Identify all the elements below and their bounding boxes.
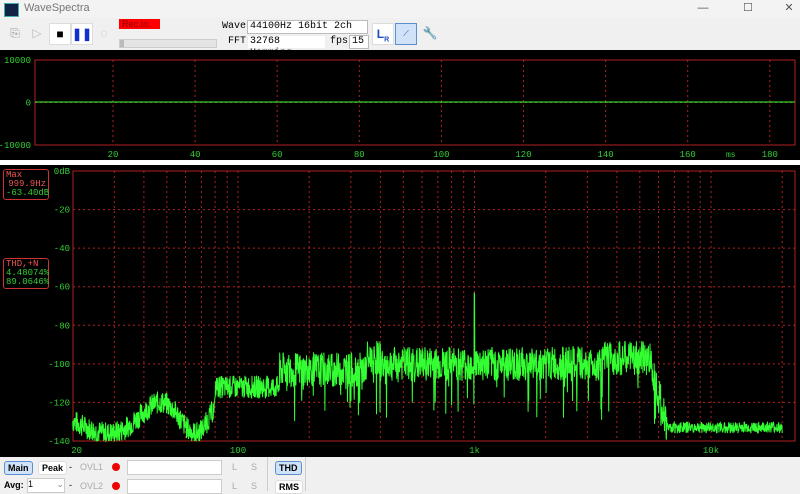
wave-y-tick: 10000: [4, 56, 31, 66]
close-button[interactable]: ✕: [772, 0, 800, 18]
ovl2-input[interactable]: [127, 479, 222, 494]
ovl2-record-icon[interactable]: [112, 482, 120, 490]
title-bar: WaveSpectra — ☐ ✕: [0, 0, 800, 18]
spectrum-y-tick: -60: [54, 283, 70, 293]
spectrum-y-tick: -80: [54, 321, 70, 331]
wave-x-tick: 180: [762, 150, 778, 160]
hz-db-scale-icon[interactable]: ⟋: [395, 23, 417, 45]
wave-x-tick: 100: [433, 150, 449, 160]
settings-wrench-icon[interactable]: 🔧: [420, 23, 440, 43]
maximize-button[interactable]: ☐: [731, 0, 765, 18]
wave-x-tick: 40: [190, 150, 201, 160]
record-icon[interactable]: ◌: [94, 23, 114, 43]
toolbar: ⎘ ▷ ■ ❚❚ ◌ Rec.In. Wave: 44100Hz 16bit 2…: [0, 18, 800, 59]
lr-channel-icon[interactable]: LR: [372, 23, 394, 45]
stop-button[interactable]: ■: [49, 23, 71, 45]
ovl1-save-button[interactable]: S: [251, 462, 257, 472]
wave-format-field: 44100Hz 16bit 2ch: [247, 20, 368, 34]
fps-field[interactable]: 15: [349, 35, 369, 49]
spectrum-x-tick: 10k: [703, 446, 719, 456]
peak-button[interactable]: Peak: [38, 461, 68, 475]
ovl1-record-icon[interactable]: [112, 463, 120, 471]
ovl2-save-button[interactable]: S: [251, 481, 257, 491]
minimize-button[interactable]: —: [686, 0, 720, 18]
main-button[interactable]: Main: [4, 461, 33, 475]
ovl1-label: OVL1: [80, 462, 104, 472]
wave-x-tick: 60: [272, 150, 283, 160]
spectrum-plot: 0dB -20 -40 -60 -80 -100 -120 -14020 100 1k 10k: [48, 167, 796, 456]
spectrum-y-tick: -140: [48, 437, 70, 447]
window-title: WaveSpectra: [24, 2, 90, 14]
ovl1-load-button[interactable]: L: [232, 462, 237, 472]
max-level: -63.40dB: [6, 188, 50, 198]
rms-button[interactable]: RMS: [275, 480, 303, 494]
spectrum-x-tick: 1k: [469, 446, 480, 456]
spectrum-trace: [72, 292, 783, 443]
thd-readout: THD,+N 4.48074% 89.0646%: [3, 258, 49, 289]
waveform-plot: 10000 0 -10000 20 40 60 80 100 120 140 160 180 ms: [0, 56, 796, 160]
spectrum-y-tick: -120: [48, 398, 70, 408]
pause-button[interactable]: ❚❚: [71, 23, 93, 45]
wave-y-tick: -10000: [0, 141, 31, 151]
thd-button[interactable]: THD: [275, 461, 302, 475]
wave-panel: 10000 0 -10000 20 40 60 80 100 120 140 160 180 ms: [0, 50, 800, 160]
wave-x-tick: 160: [680, 150, 696, 160]
spectrum-y-tick: -100: [48, 360, 70, 370]
fft-setting-field[interactable]: 32768 Hamming: [247, 35, 326, 59]
wave-x-tick: 140: [597, 150, 613, 160]
rec-indicator: Rec.In.: [119, 19, 160, 29]
spectrum-y-tick: 0dB: [54, 167, 71, 177]
spectrum-y-tick: -20: [54, 206, 70, 216]
max-readout: Max 999.9Hz -63.40dB: [3, 169, 49, 200]
ovl2-label: OVL2: [80, 481, 104, 491]
dash: -: [69, 480, 72, 490]
wave-x-tick: 80: [354, 150, 365, 160]
wave-x-unit: ms: [726, 151, 736, 160]
bottom-bar: Main Peak Avg: 1 ⌄ - - OVL1 OVL2 L S L S …: [0, 457, 800, 494]
wave-x-tick: 20: [108, 150, 119, 160]
open-file-icon[interactable]: ⎘: [5, 23, 25, 43]
ovl1-input[interactable]: [127, 460, 222, 475]
avg-value: 1: [28, 479, 34, 489]
play-icon[interactable]: ▷: [27, 23, 47, 43]
thdn-value: 89.0646%: [6, 277, 50, 287]
spectrum-panel: 0dB -20 -40 -60 -80 -100 -120 -140 20 100 1k 10k Ma…: [0, 165, 800, 457]
spectrum-x-tick: 100: [230, 446, 246, 456]
ovl2-load-button[interactable]: L: [232, 481, 237, 491]
avg-label: Avg:: [4, 480, 24, 490]
spectrum-x-tick: 20: [71, 446, 82, 456]
level-slider[interactable]: [119, 39, 217, 48]
wave-x-tick: 120: [515, 150, 531, 160]
spectrum-y-tick: -40: [54, 244, 70, 254]
app-icon: [4, 3, 19, 17]
wave-y-tick: 0: [26, 99, 31, 109]
dash: -: [69, 462, 72, 472]
